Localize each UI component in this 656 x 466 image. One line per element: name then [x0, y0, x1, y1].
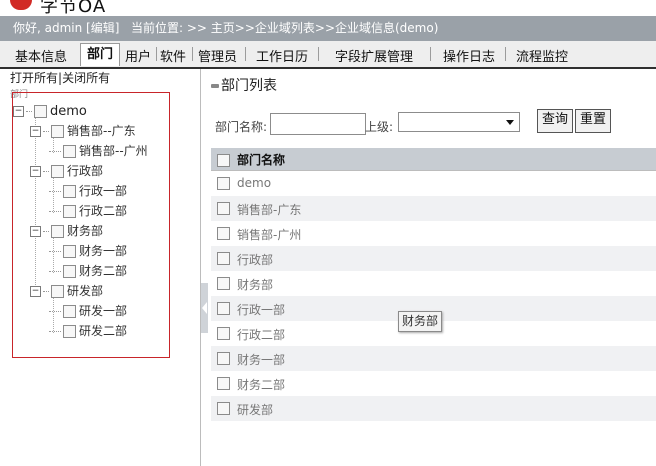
tree-node[interactable]: 销售部--广州 — [49, 143, 148, 159]
tree-checkbox[interactable] — [63, 205, 76, 218]
menu-software[interactable]: 软件 — [160, 46, 186, 65]
department-list-panel: 部门列表 部门名称: 上级: 查询 重置 部门名称 demo 销售部-广东 销售… — [207, 69, 656, 466]
dept-name-label: 部门名称: — [215, 120, 268, 134]
table-row[interactable]: 研发部 — [211, 396, 656, 421]
menu-field-extension[interactable]: 字段扩展管理 — [335, 46, 413, 65]
row-checkbox[interactable] — [217, 402, 230, 415]
query-button[interactable]: 查询 — [537, 109, 574, 133]
table-row[interactable]: 行政部 — [211, 246, 656, 271]
tree-node[interactable]: 研发二部 — [49, 323, 127, 339]
panel-title: 部门列表 — [211, 75, 277, 95]
menu-separator — [245, 47, 246, 61]
tree-checkbox[interactable] — [51, 125, 64, 138]
logo-icon — [10, 0, 32, 10]
parent-select[interactable] — [398, 112, 520, 132]
collapse-icon[interactable]: − — [13, 106, 24, 117]
tree-node[interactable]: − 行政部 — [30, 163, 103, 179]
tree-node[interactable]: 研发一部 — [49, 303, 127, 319]
row-checkbox[interactable] — [217, 252, 230, 265]
breadcrumb: 当前位置: >> 主页>>企业域列表>>企业域信息(demo) — [131, 21, 439, 35]
dept-name-input[interactable] — [270, 113, 366, 135]
tree-checkbox[interactable] — [63, 185, 76, 198]
tree-node[interactable]: − 研发部 — [30, 283, 103, 299]
collapse-icon[interactable]: − — [30, 126, 41, 137]
tree-checkbox[interactable] — [51, 165, 64, 178]
row-checkbox[interactable] — [217, 377, 230, 390]
row-checkbox[interactable] — [217, 352, 230, 365]
table-row[interactable]: 财务一部 — [211, 346, 656, 371]
row-checkbox[interactable] — [217, 327, 230, 340]
tree-node[interactable]: 行政一部 — [49, 183, 127, 199]
tree-checkbox[interactable] — [63, 145, 76, 158]
tree-toggles: 打开所有|关闭所有 — [10, 69, 110, 86]
tree-node[interactable]: − 销售部--广东 — [30, 123, 136, 139]
logo-text: 字节OA — [40, 0, 107, 16]
menu-work-calendar[interactable]: 工作日历 — [256, 46, 308, 65]
reset-button[interactable]: 重置 — [575, 109, 612, 133]
menu-basic-info[interactable]: 基本信息 — [15, 46, 67, 65]
select-all-checkbox[interactable] — [217, 154, 230, 167]
row-checkbox[interactable] — [217, 202, 230, 215]
table-row[interactable]: 财务二部 — [211, 371, 656, 396]
collapse-all-link[interactable]: 关闭所有 — [62, 71, 110, 85]
tree-checkbox[interactable] — [63, 245, 76, 258]
menu-separator — [430, 47, 431, 61]
table-row[interactable]: 财务部 — [211, 271, 656, 296]
collapse-icon[interactable]: − — [30, 166, 41, 177]
tree-panel: 打开所有|关闭所有 部门 − demo − 销售部--广东 销售部--广州 − 行政部… — [0, 69, 201, 466]
tree-checkbox[interactable] — [63, 325, 76, 338]
tree-node[interactable]: 财务一部 — [49, 243, 127, 259]
menu-admins[interactable]: 管理员 — [198, 46, 237, 65]
row-checkbox[interactable] — [217, 227, 230, 240]
tree-guide-line — [35, 115, 36, 293]
parent-label: 上级: — [365, 120, 394, 134]
table-row[interactable]: 销售部-广州 — [211, 221, 656, 246]
main-menu: 基本信息 部门 用户 软件 管理员 工作日历 字段扩展管理 操作日志 流程监控 — [0, 41, 656, 69]
row-checkbox[interactable] — [217, 177, 230, 190]
tree-checkbox[interactable] — [63, 265, 76, 278]
chevron-down-icon — [506, 120, 514, 125]
tree-node[interactable]: 行政二部 — [49, 203, 127, 219]
menu-department[interactable]: 部门 — [80, 43, 121, 66]
menu-separator — [318, 47, 319, 61]
list-icon — [211, 84, 219, 88]
column-header-name: 部门名称 — [237, 153, 286, 167]
menu-separator — [192, 47, 193, 61]
menu-operation-log[interactable]: 操作日志 — [443, 46, 495, 65]
expand-all-link[interactable]: 打开所有 — [10, 71, 58, 85]
table-row[interactable]: 销售部-广东 — [211, 196, 656, 221]
hover-tooltip: 财务部 — [398, 311, 443, 332]
table-header: 部门名称 — [211, 148, 656, 171]
collapse-icon[interactable]: − — [30, 286, 41, 297]
info-bar: 你好, admin [编辑] 当前位置: >> 主页>>企业域列表>>企业域信息… — [0, 16, 656, 41]
tree-checkbox[interactable] — [51, 225, 64, 238]
tree-checkbox[interactable] — [51, 285, 64, 298]
tree-checkbox[interactable] — [63, 305, 76, 318]
menu-users[interactable]: 用户 — [125, 46, 151, 65]
menu-separator — [505, 47, 506, 61]
row-checkbox[interactable] — [217, 302, 230, 315]
department-tree: − demo − 销售部--广东 销售部--广州 − 行政部 行政一部 行政二部 − 财… — [12, 92, 170, 358]
table-row[interactable]: demo — [211, 171, 656, 196]
tree-node[interactable]: 财务二部 — [49, 263, 127, 279]
tree-checkbox[interactable] — [34, 105, 47, 118]
menu-separator — [156, 47, 157, 61]
user-greeting[interactable]: 你好, admin [编辑] — [13, 16, 119, 41]
app-header: 字节OA — [0, 0, 656, 16]
tree-node-root[interactable]: − demo — [13, 103, 87, 119]
tree-node[interactable]: − 财务部 — [30, 223, 103, 239]
row-checkbox[interactable] — [217, 277, 230, 290]
collapse-icon[interactable]: − — [30, 226, 41, 237]
menu-workflow-monitor[interactable]: 流程监控 — [516, 46, 568, 65]
